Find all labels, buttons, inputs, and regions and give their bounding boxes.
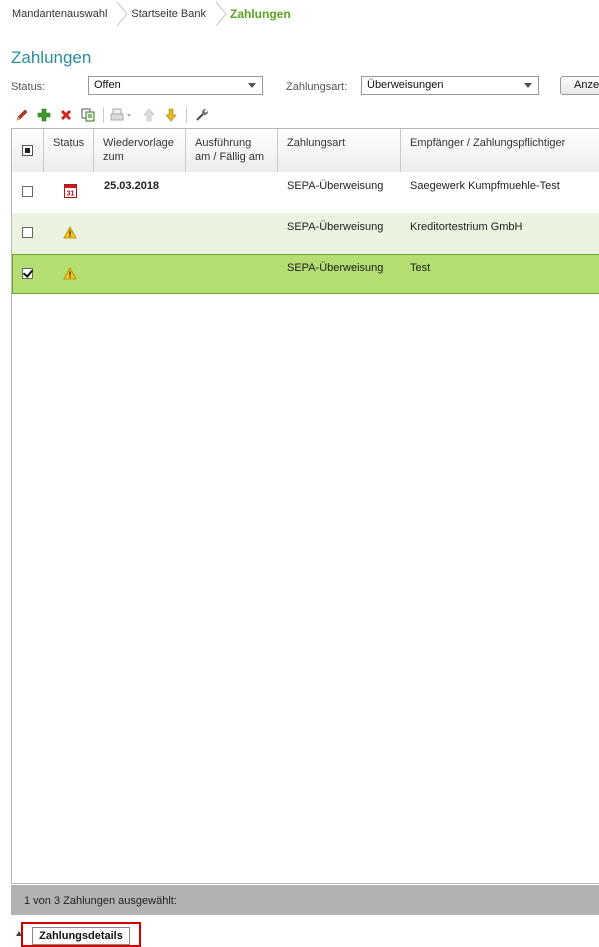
breadcrumb-label: Mandantenauswahl [12,8,108,20]
breadcrumb-item-zahlungen: Zahlungen [228,0,291,28]
table-header: Status Wiedervorlage zum Ausführung am /… [12,129,599,173]
zahlungsart-cell: SEPA-Überweisung [287,180,384,192]
breadcrumb-separator-icon [115,0,129,28]
header-empfaenger[interactable]: Empfänger / Zahlungspflichtiger [401,129,599,172]
delete-icon[interactable] [55,104,77,126]
row-checkbox-checked[interactable] [22,268,33,279]
selection-status-bar: 1 von 3 Zahlungen ausgewählt: [11,885,599,915]
anzeigen-button[interactable]: Anzei [560,76,599,95]
header-label: Wiedervorlage [103,137,174,149]
edit-icon[interactable] [11,104,33,126]
add-icon[interactable] [33,104,55,126]
zahlungsart-filter-label: Zahlungsart: [286,81,348,93]
move-up-icon[interactable] [138,104,160,126]
toolbar [11,104,213,126]
toolbar-divider [186,107,187,123]
warning-icon [63,226,77,242]
select-all-checkbox[interactable] [22,145,33,156]
table-row-selected[interactable]: SEPA-Überweisung Test [12,254,599,294]
status-select[interactable]: Offen [88,76,263,95]
table-row[interactable]: SEPA-Überweisung Kreditortestrium GmbH [12,213,599,254]
selection-status-text: 1 von 3 Zahlungen ausgewählt: [24,895,177,907]
breadcrumb-label: Startseite Bank [131,8,206,20]
status-select-value: Offen [94,79,121,91]
breadcrumb-separator-icon [214,0,228,28]
header-label: am / Fällig am [195,151,265,163]
payments-table: Status Wiedervorlage zum Ausführung am /… [11,128,599,884]
status-filter-label: Status: [11,81,46,93]
header-label: Zahlungsart [287,137,346,149]
filter-bar: Status: Offen Zahlungsart: Überweisungen… [11,76,599,98]
empfaenger-cell: Saegewerk Kumpfmuehle-Test [410,180,560,192]
header-select-all-cell [12,129,44,172]
zahlungsart-cell: SEPA-Überweisung [287,221,384,233]
chevron-down-icon [524,83,532,88]
header-status[interactable]: Status [44,129,94,172]
copy-icon[interactable] [77,104,99,126]
anzeigen-button-label: Anzei [574,79,599,91]
wiedervorlage-cell: 25.03.2018 [104,180,160,192]
page-title: Zahlungen [11,48,92,67]
zahlungsart-select[interactable]: Überweisungen [361,76,539,95]
table-row[interactable]: 31 25.03.2018 SEPA-Überweisung Saegewerk… [12,172,599,213]
toolbar-divider [103,107,104,123]
header-ausfuehrung[interactable]: Ausführung am / Fällig am [186,129,278,172]
move-down-icon[interactable] [160,104,182,126]
header-label: Status [53,137,85,149]
chevron-down-icon [248,83,256,88]
zahlungsart-select-value: Überweisungen [367,79,444,91]
print-icon[interactable] [108,104,138,126]
breadcrumb-item-mandantenauswahl[interactable]: Mandantenauswahl [0,0,107,28]
calendar-icon: 31 [64,183,77,201]
header-wiedervorlage[interactable]: Wiedervorlage zum [94,129,186,172]
row-checkbox[interactable] [22,227,33,238]
warning-icon [63,267,77,283]
empfaenger-cell: Test [410,262,431,274]
tab-zahlungsdetails[interactable]: Zahlungsdetails [32,927,130,945]
breadcrumb-label: Zahlungen [230,7,291,21]
breadcrumb-item-startseite-bank[interactable]: Startseite Bank [129,0,206,28]
empfaenger-cell: Kreditortestrium GmbH [410,221,523,233]
settings-icon[interactable] [191,104,213,126]
calendar-day-text: 31 [67,191,75,198]
zahlungsart-cell: SEPA-Überweisung [287,262,384,274]
row-checkbox[interactable] [22,186,33,197]
header-label: zum [103,151,124,163]
breadcrumb: Mandantenauswahl Startseite Bank Zahlung… [0,0,599,28]
header-label: Empfänger / Zahlungspflichtiger [410,137,566,149]
header-label: Ausführung [195,137,252,149]
header-zahlungsart[interactable]: Zahlungsart [278,129,401,172]
